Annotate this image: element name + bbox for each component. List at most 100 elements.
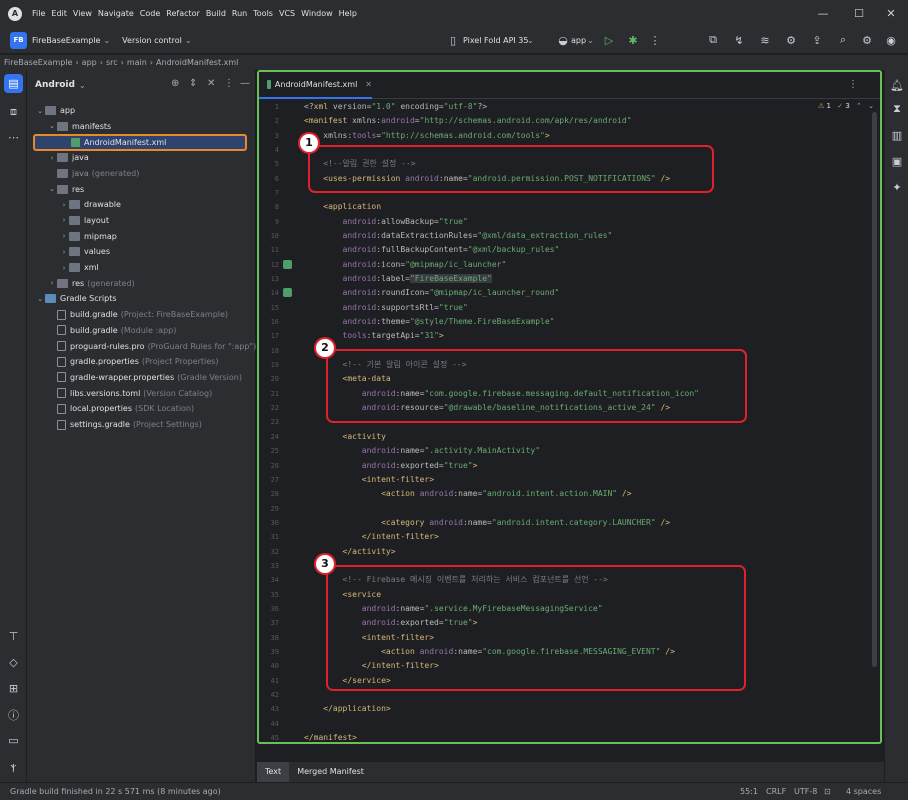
device-manager-icon[interactable]: ⧉ [704,31,722,49]
code-line[interactable]: 2 <manifest xmlns:android="http://schemas… [259,114,877,128]
chevron-down-icon[interactable]: ⌄ [35,107,45,115]
tree-item[interactable]: › java [47,150,89,165]
status-message[interactable]: Gradle build finished in 22 s 571 ms (8 … [10,787,221,796]
menu-item-code[interactable]: Code [140,9,160,18]
tree-item[interactable]: libs.versions.toml (Version Catalog) [47,386,212,401]
project-view-title[interactable]: Android [35,80,75,90]
minimize-icon[interactable]: — [806,0,840,27]
running-devices-icon[interactable]: ▣ [888,152,906,170]
tree-item[interactable]: ⌄ app [35,103,75,118]
tree-item[interactable]: gradle.properties (Project Properties) [47,354,218,369]
image-preview-icon[interactable] [283,259,292,269]
tab-options-icon[interactable]: ⋮ [848,79,858,90]
locate-icon[interactable]: ⊕ [171,78,179,89]
chevron-right-icon[interactable]: › [59,232,69,240]
code-line[interactable]: 28 <action android:name="android.intent.… [259,487,877,501]
code-line[interactable]: 1 <?xml version="1.0" encoding="utf-8"?> [259,100,877,114]
code-line[interactable]: 43 </application> [259,702,877,716]
tree-item[interactable]: gradle-wrapper.properties (Gradle Version… [47,370,242,385]
code-line[interactable]: 3 xmlns:tools="http://schemas.android.co… [259,129,877,143]
resource-manager-icon[interactable]: ⧈ [4,102,23,121]
menu-item-tools[interactable]: Tools [253,9,273,18]
device-explorer-icon[interactable]: ▥ [888,126,906,144]
sdk-manager-icon[interactable]: ⇪ [808,31,826,49]
run-icon[interactable]: ▷ [600,31,618,49]
code-line[interactable]: 26 android:exported="true"> [259,459,877,473]
breadcrumb-item[interactable]: FireBaseExample [4,58,72,67]
project-folder-icon[interactable]: ▤ [4,74,23,93]
code-line[interactable]: 16 android:theme="@style/Theme.FireBaseE… [259,315,877,329]
code-line[interactable]: 10 android:dataExtractionRules="@xml/dat… [259,229,877,243]
code-line[interactable]: 31 </intent-filter> [259,530,877,544]
tree-item[interactable]: › mipmap [59,229,117,244]
android-studio-logo-icon[interactable]: A [8,6,22,21]
device-icon[interactable]: ▯ [444,31,462,49]
maximize-icon[interactable]: ☐ [842,0,876,27]
tab-text[interactable]: Text [257,762,290,782]
tree-item[interactable]: build.gradle (Project: FireBaseExample) [47,307,228,322]
tree-item[interactable]: ⌄ res [47,182,84,197]
code-line[interactable]: 17 tools:targetApi="31"> [259,329,877,343]
profiler-icon[interactable]: ⚙ [782,31,800,49]
menu-item-vcs[interactable]: VCS [279,9,295,18]
code-line[interactable]: 14 android:roundIcon="@mipmap/ic_launche… [259,286,877,300]
line-separator[interactable]: CRLF [766,787,786,796]
chevron-down-icon[interactable]: ⌄ [47,185,57,193]
chevron-down-icon[interactable]: ⌄ [79,81,86,90]
menu-item-run[interactable]: Run [232,9,247,18]
tree-item[interactable]: › xml [59,260,99,275]
caret-position[interactable]: 55:1 [740,787,758,796]
apply-changes-icon[interactable]: ↯ [730,31,748,49]
menu-item-build[interactable]: Build [206,9,226,18]
hide-panel-icon[interactable]: — [240,78,250,89]
code-line[interactable]: 25 android:name=".activity.MainActivity" [259,444,877,458]
tree-item[interactable]: java (generated) [47,166,139,181]
chevron-down-icon[interactable]: ⌄ [185,36,192,45]
code-line[interactable]: 44 [259,717,877,731]
terminal-icon[interactable]: ▭ [4,731,23,750]
tree-item[interactable]: › drawable [59,197,121,212]
breadcrumb-item[interactable]: main [127,58,147,67]
code-line[interactable]: 15 android:supportsRtl="true" [259,301,877,315]
debug-icon[interactable]: ✱ [624,31,642,49]
tree-item[interactable]: ⌄ Gradle Scripts [35,291,117,306]
code-line[interactable]: 30 <category android:name="android.inten… [259,516,877,530]
more-tools-icon[interactable]: ⋯ [4,128,23,147]
project-badge[interactable]: FB [10,31,27,49]
tree-item[interactable]: settings.gradle (Project Settings) [47,417,202,432]
lock-icon[interactable]: ⊡ [824,787,831,796]
code-line[interactable]: 27 <intent-filter> [259,473,877,487]
build-icon[interactable]: ⊤ [4,627,23,646]
search-icon[interactable]: ⌕ [834,31,852,49]
options-icon[interactable]: ⋮ [224,78,234,89]
problems-icon[interactable]: ⓘ [4,705,23,724]
code-line[interactable]: 24 <activity [259,430,877,444]
code-line[interactable]: 45 </manifest> [259,731,877,745]
sync-icon[interactable]: ≋ [756,31,774,49]
tree-item[interactable]: › layout [59,213,109,228]
device-selector[interactable]: Pixel Fold API 35 [463,36,528,45]
code-line[interactable]: 29 [259,502,877,516]
chevron-right-icon[interactable]: › [59,201,69,209]
menu-item-view[interactable]: View [73,9,92,18]
tree-item[interactable]: › res (generated) [47,276,135,291]
menu-item-help[interactable]: Help [339,9,357,18]
project-name[interactable]: FireBaseExample [32,36,100,45]
gemini-icon[interactable]: ◇ [4,653,23,672]
file-encoding[interactable]: UTF-8 [794,787,817,796]
breadcrumb-item[interactable]: AndroidManifest.xml [156,58,238,67]
code-line[interactable]: 9 android:allowBackup="true" [259,215,877,229]
chevron-right-icon[interactable]: › [59,264,69,272]
code-line[interactable]: 13 android:label="FireBaseExample" [259,272,877,286]
chevron-right-icon[interactable]: › [59,248,69,256]
code-line[interactable]: 11 android:fullBackupContent="@xml/backu… [259,243,877,257]
tree-item[interactable]: AndroidManifest.xml [33,134,247,152]
tree-item[interactable]: local.properties (SDK Location) [47,401,194,416]
menu-item-file[interactable]: File [32,9,45,18]
android-icon[interactable]: ◒ [554,31,572,49]
logcat-icon[interactable]: ⊞ [4,679,23,698]
git-icon[interactable]: ⲯ [4,757,23,776]
tab-merged-manifest[interactable]: Merged Manifest [289,762,372,782]
close-window-icon[interactable]: ✕ [874,0,908,27]
breadcrumb-item[interactable]: src [106,58,118,67]
